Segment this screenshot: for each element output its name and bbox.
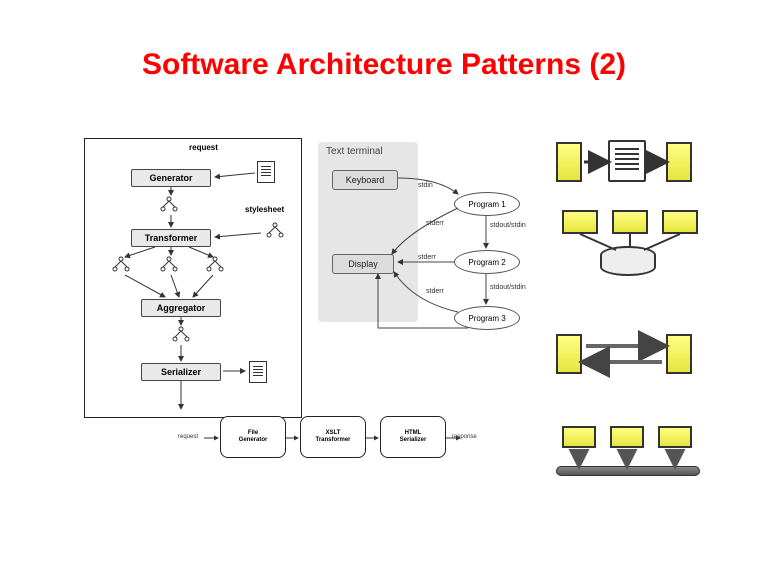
label-stderr: stderr [426, 220, 444, 227]
document-icon [249, 361, 267, 383]
label-response: response [452, 434, 477, 440]
document-icon [257, 161, 275, 183]
stage-line2: Generator [221, 437, 285, 444]
label-stylesheet: stylesheet [245, 205, 284, 214]
tree-icon [203, 255, 227, 275]
terminal-panel [318, 142, 418, 322]
stage-line2: Serializer [381, 437, 445, 444]
stage-file-generator: File Generator [220, 416, 286, 458]
stage-xslt-transformer: XSLT Transformer [300, 416, 366, 458]
stage-html-serializer: HTML Serializer [380, 416, 446, 458]
pipeline-diagram: request Generator stylesheet Transformer… [84, 138, 302, 418]
pipes-filters-diagram: request File Generator XSLT Transformer … [204, 408, 464, 470]
document-icon [608, 140, 646, 182]
stage-line1: File [221, 430, 285, 437]
bus-bar-icon [556, 466, 700, 476]
node-program2: Program 2 [454, 250, 520, 274]
node-serializer: Serializer [141, 363, 221, 381]
label-stdout-stdin: stdout/stdin [490, 222, 526, 229]
database-icon [600, 246, 656, 276]
label-text-terminal: Text terminal [326, 146, 383, 157]
label-stderr: stderr [418, 254, 436, 261]
label-request: request [189, 143, 218, 152]
bus-icon [556, 426, 732, 482]
node-generator: Generator [131, 169, 211, 187]
page-title: Software Architecture Patterns (2) [0, 48, 768, 82]
client-server-icon [556, 330, 732, 382]
tree-icon [169, 325, 193, 345]
node-transformer: Transformer [131, 229, 211, 247]
shared-repository-icon [556, 210, 732, 278]
tree-icon [263, 221, 287, 241]
stage-line1: HTML [381, 430, 445, 437]
text-terminal-diagram: Text terminal Keyboard Display Program 1… [318, 142, 536, 352]
tree-icon [157, 255, 181, 275]
label-request: request [178, 434, 198, 440]
node-program3: Program 3 [454, 306, 520, 330]
label-stdin: stdin [418, 182, 433, 189]
stage-line1: XSLT [301, 430, 365, 437]
box-keyboard: Keyboard [332, 170, 398, 190]
box-display: Display [332, 254, 394, 274]
tree-icon [157, 195, 181, 215]
pipe-and-filter-icon [556, 138, 732, 194]
label-stdout-stdin: stdout/stdin [490, 284, 526, 291]
stage-line2: Transformer [301, 437, 365, 444]
node-aggregator: Aggregator [141, 299, 221, 317]
label-stderr: stderr [426, 288, 444, 295]
tree-icon [109, 255, 133, 275]
node-program1: Program 1 [454, 192, 520, 216]
